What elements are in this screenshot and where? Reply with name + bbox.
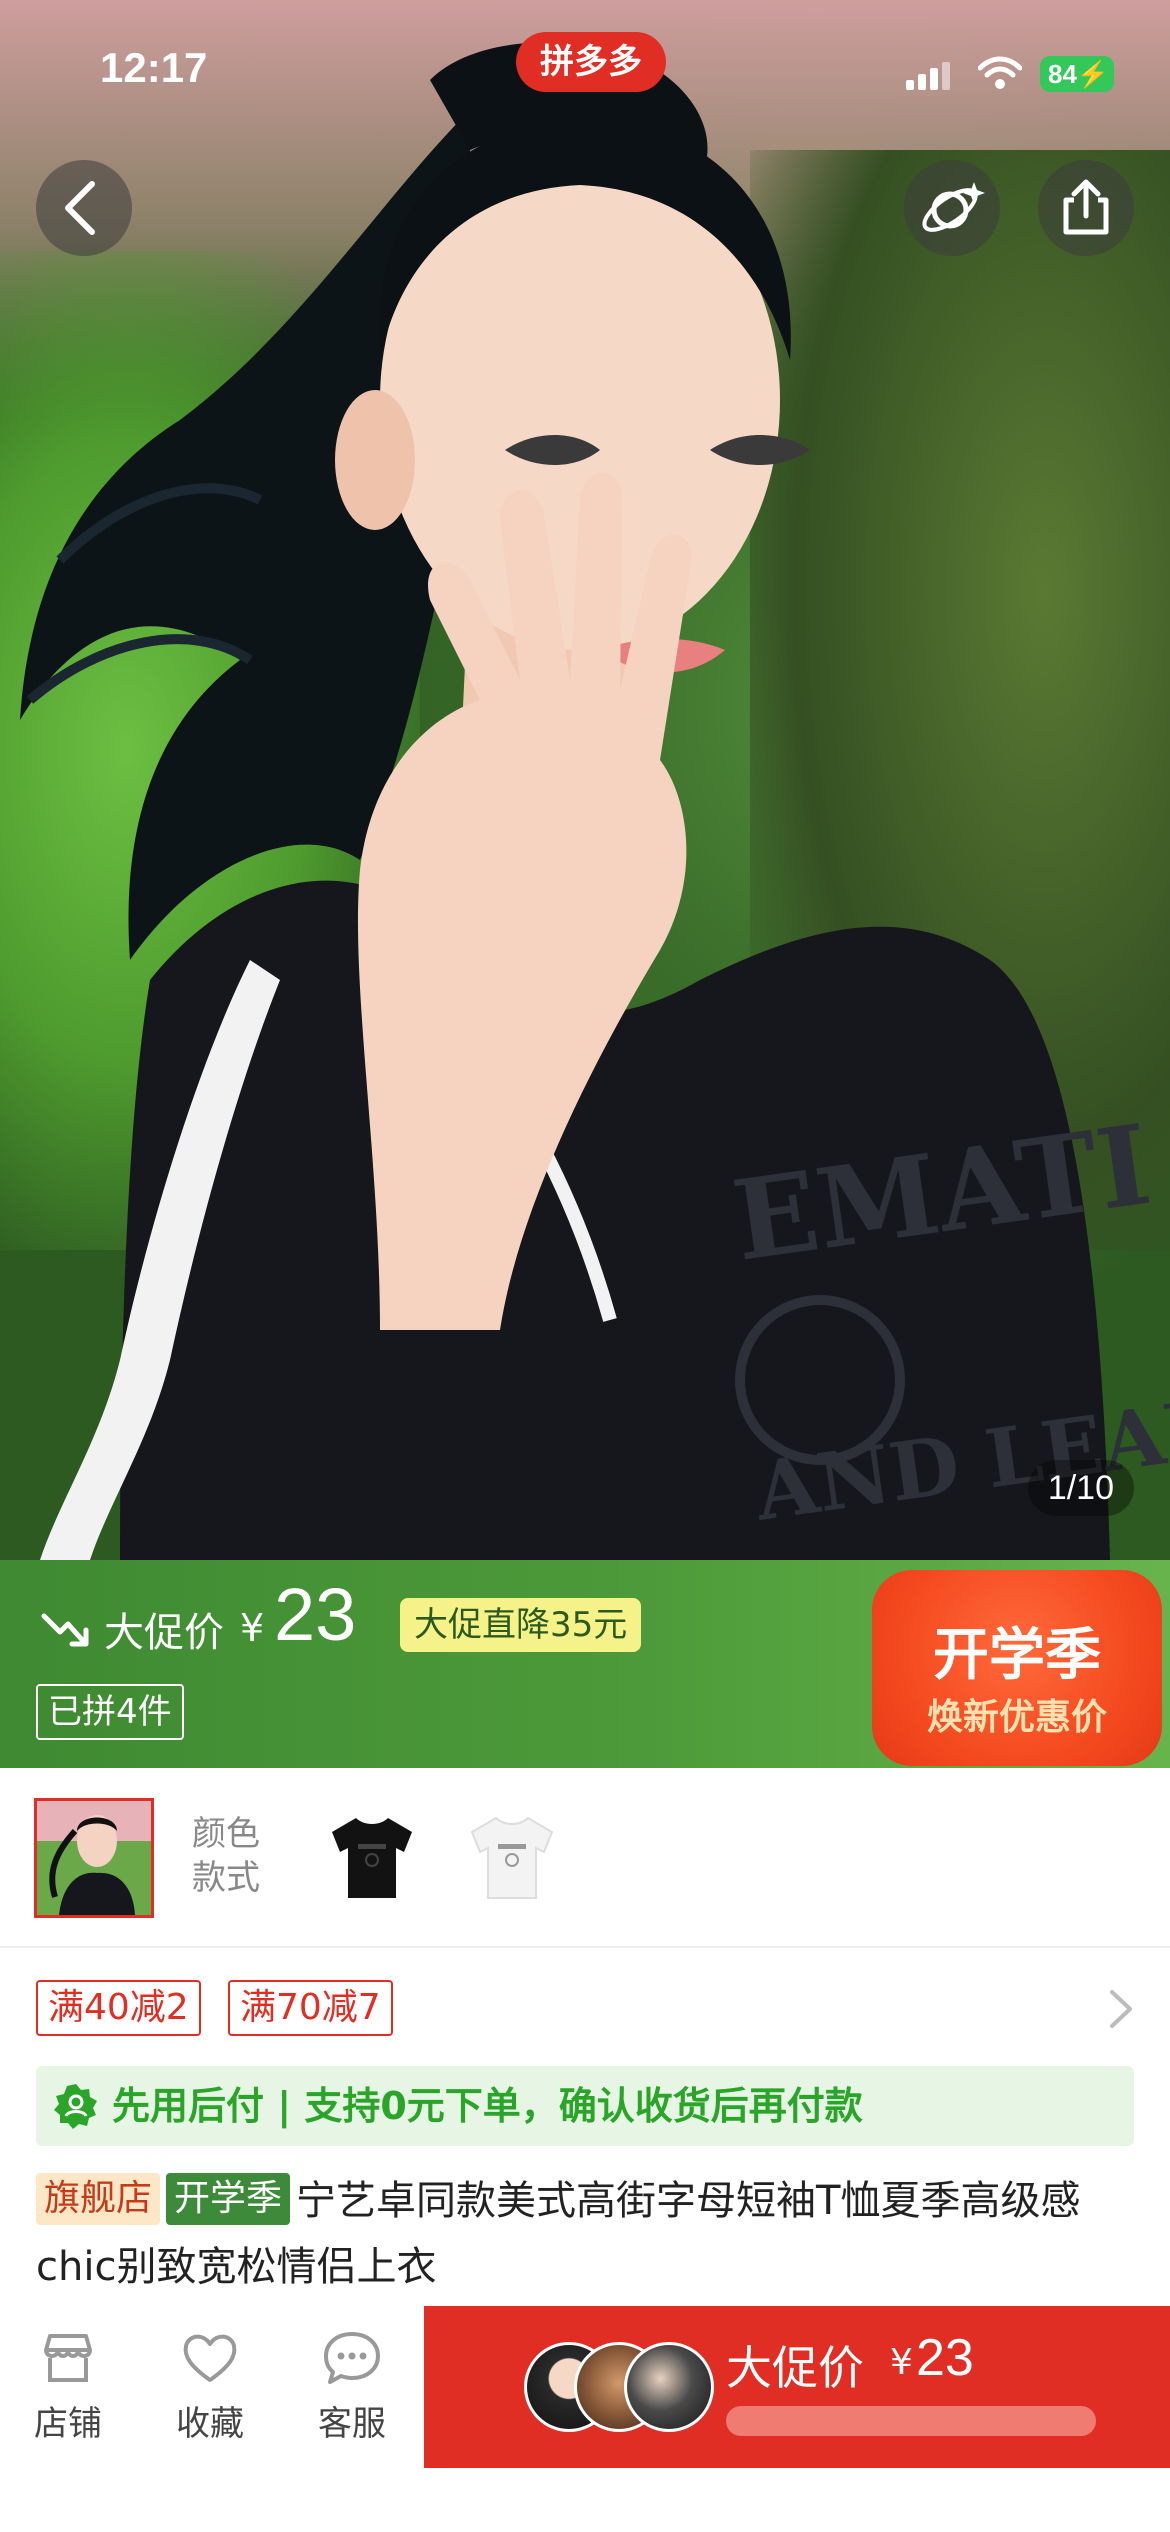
service-label: 客服 (318, 2404, 386, 2444)
buy-price-label: 大促价 (726, 2341, 864, 2395)
orbit-sparkle-icon (922, 182, 985, 232)
ar-try-on-button[interactable] (904, 160, 1000, 256)
option-thumb-photo[interactable] (34, 1798, 154, 1918)
pay-later-text: 先用后付 | 支持0元下单，确认收货后再付款 (112, 2084, 863, 2128)
heart-icon (183, 2334, 237, 2382)
price-currency: ¥ (240, 1606, 265, 1650)
promo-price-band: 大促价 ¥ 23 大促直降35元 已拼4件 开学季 焕新优惠价 (0, 1560, 1170, 1768)
battery-level: 84 (1048, 59, 1077, 89)
buy-price: 23 (916, 2329, 974, 2387)
season-tag: 开学季 (166, 2173, 291, 2225)
app-logo: 拼多多 (516, 32, 666, 92)
wifi-icon (978, 56, 1022, 89)
coupon-tag-1[interactable]: 满40减2 (36, 1980, 201, 2036)
promo-price-label: 大促价 (104, 1610, 224, 1656)
sold-count-badge: 已拼4件 (36, 1684, 184, 1740)
shop-label: 店铺 (34, 2404, 102, 2444)
promo-price: 23 (274, 1573, 357, 1656)
signal-icon (906, 62, 952, 90)
option-thumb-black[interactable] (312, 1798, 432, 1918)
discount-tag: 大促直降35元 (400, 1598, 642, 1652)
flagship-store-tag: 旗舰店 (36, 2173, 161, 2225)
chat-bubble-icon (324, 2332, 380, 2384)
battery-icon: 84⚡ (1040, 56, 1114, 92)
season-promo-badge: 开学季 焕新优惠价 (872, 1570, 1162, 1766)
buyer-avatars (524, 2342, 714, 2432)
black-tshirt-image (312, 1798, 432, 1918)
pay-later-icon (54, 2084, 97, 2129)
buyer-avatar (624, 2342, 714, 2432)
option-thumb-white[interactable] (452, 1798, 572, 1918)
product-photo[interactable]: EMATI AND LEARN 12:17 拼多多 84⚡ 1/10 (0, 0, 1170, 1560)
white-tshirt-image (452, 1798, 572, 1918)
buy-currency: ¥ (890, 2342, 913, 2383)
favorite-label: 收藏 (176, 2404, 244, 2444)
customer-service-button[interactable]: 客服 (292, 2328, 412, 2468)
season-title: 开学季 (933, 1623, 1101, 1688)
option-label-color: 颜色 (192, 1814, 260, 1854)
bottom-action-bar: 店铺 收藏 客服 大促价 ¥ 23 (0, 2306, 1170, 2532)
thumb-photo-image (37, 1801, 151, 1915)
option-label: 颜色 款式 (192, 1812, 260, 1900)
favorite-button[interactable]: 收藏 (150, 2328, 270, 2468)
status-time: 12:17 (100, 44, 208, 91)
share-icon (1063, 179, 1109, 235)
pay-later-banner[interactable]: 先用后付 | 支持0元下单，确认收货后再付款 (36, 2066, 1134, 2146)
trend-down-icon (41, 1613, 89, 1647)
chevron-left-icon (65, 181, 95, 235)
coupon-tag-2[interactable]: 满70减7 (228, 1980, 393, 2036)
shop-button[interactable]: 店铺 (8, 2328, 128, 2468)
option-label-style: 款式 (192, 1858, 260, 1898)
product-title: 旗舰店 开学季 宁艺卓同款美式高街字母短袖T恤夏季高级感chic别致宽松情侣上衣 (36, 2168, 1136, 2300)
sku-options-row: 颜色 款式 (0, 1768, 1170, 1948)
share-button[interactable] (1038, 160, 1134, 256)
buy-button[interactable]: 大促价 ¥ 23 (424, 2306, 1170, 2468)
back-button[interactable] (36, 160, 132, 256)
chevron-right-icon[interactable] (1100, 1984, 1140, 2034)
status-bar: 12:17 拼多多 84⚡ (0, 0, 1170, 140)
season-subtitle: 焕新优惠价 (926, 1697, 1107, 1738)
image-counter: 1/10 (1027, 1460, 1134, 1516)
store-icon (44, 2334, 92, 2382)
blurred-subtext (726, 2406, 1096, 2436)
